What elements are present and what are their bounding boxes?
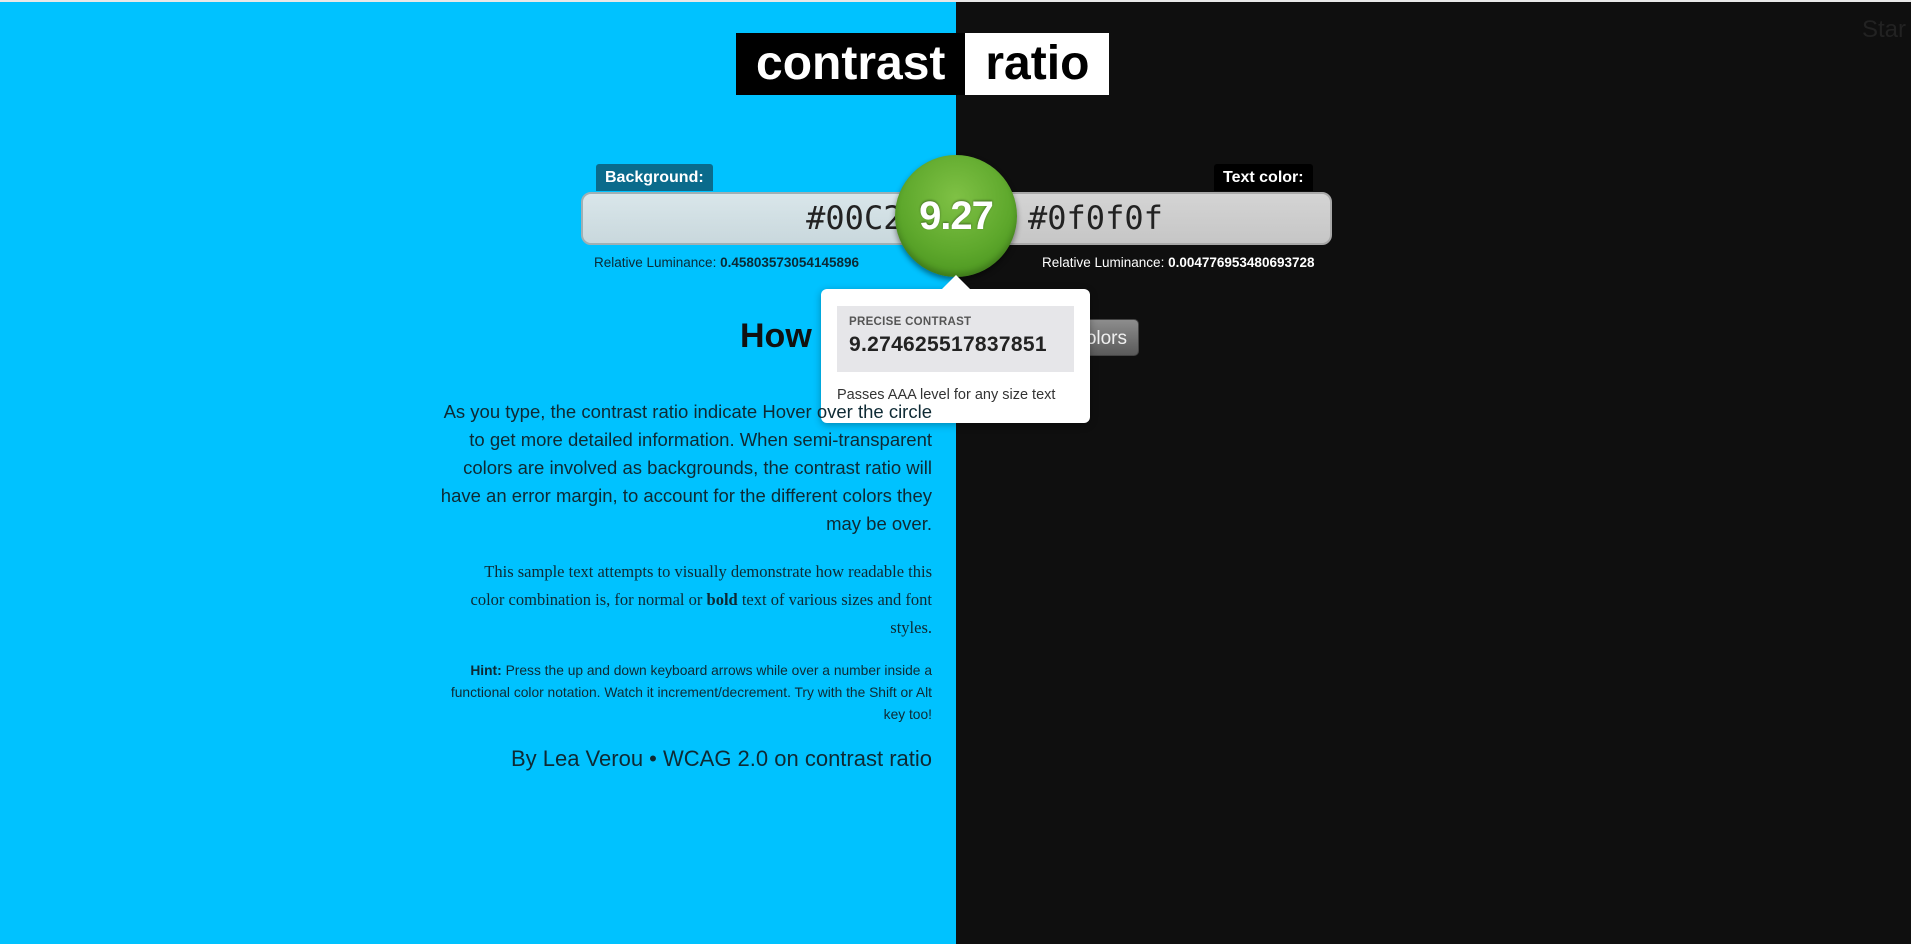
title-word-ratio: ratio xyxy=(965,33,1110,95)
text-color-label: Text color: xyxy=(1214,164,1313,191)
contrast-ratio-circle[interactable]: 9.27 xyxy=(895,155,1017,277)
precise-contrast-box: PRECISE CONTRAST 9.274625517837851 xyxy=(837,306,1074,372)
precise-contrast-value: 9.274625517837851 xyxy=(849,333,1047,356)
sample-text-paragraph: This sample text attempts to visually de… xyxy=(452,558,932,642)
page-title: contrast ratio xyxy=(736,33,1110,95)
intro-paragraph: As you type, the contrast ratio indicate… xyxy=(440,401,932,534)
sample-text-bold: bold xyxy=(706,590,738,609)
author-link[interactable]: By Lea Verou xyxy=(511,746,643,771)
wcag-link[interactable]: WCAG 2.0 on contrast ratio xyxy=(663,746,932,771)
background-luminance: Relative Luminance: 0.45803573054145896 xyxy=(594,255,859,270)
text-color-luminance-label: Relative Luminance: xyxy=(1042,255,1165,270)
page: Star contrast ratio Background: Text col… xyxy=(0,0,1911,944)
hint-paragraph: Hint: Press the up and down keyboard arr… xyxy=(442,660,932,726)
precise-contrast-label: PRECISE CONTRAST xyxy=(849,316,972,328)
text-color-panel xyxy=(956,2,1911,944)
credits: By Lea Verou • WCAG 2.0 on contrast rati… xyxy=(332,744,932,774)
background-luminance-value: 0.45803573054145896 xyxy=(720,255,859,270)
credit-separator: • xyxy=(643,746,663,771)
hint-label: Hint: xyxy=(470,663,502,678)
hint-text: Press the up and down keyboard arrows wh… xyxy=(450,663,932,722)
how-heading: How xyxy=(740,317,812,355)
sample-text-suffix: text of various sizes and font styles. xyxy=(737,590,932,637)
background-luminance-label: Relative Luminance: xyxy=(594,255,717,270)
background-label: Background: xyxy=(596,164,713,191)
text-color-luminance: Relative Luminance: 0.004776953480693728 xyxy=(1042,255,1315,270)
popup-arrow xyxy=(942,275,970,289)
title-word-contrast: contrast xyxy=(736,33,966,95)
text-color-luminance-value: 0.004776953480693728 xyxy=(1168,255,1315,270)
star-link[interactable]: Star xyxy=(1862,16,1906,44)
